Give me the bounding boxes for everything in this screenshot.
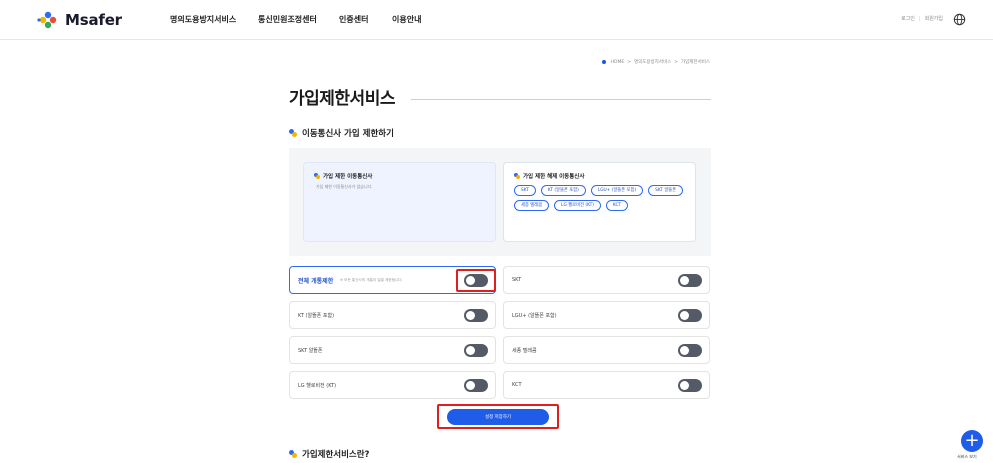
toggle-label-lg-hello: LG 헬로비전 (KT) — [298, 383, 337, 389]
toggle-switch-skt-mvno[interactable] — [464, 344, 488, 357]
breadcrumb-level2: 가입제한서비스 — [681, 60, 710, 65]
carrier-chip: LG 헬로비전 (KT) — [554, 200, 601, 211]
page-title: 가입제한서비스 — [289, 89, 395, 109]
home-icon — [601, 60, 606, 64]
util-separator: | — [918, 16, 921, 22]
globe-icon[interactable] — [953, 13, 966, 26]
bullet-icon — [289, 450, 297, 458]
toggle-switch-lgu[interactable] — [678, 309, 702, 322]
login-link[interactable]: 로그인 — [901, 16, 915, 22]
nav-item-identity-theft[interactable]: 명의도용방지서비스 — [170, 14, 236, 25]
carrier-status-panel: 가입 제한 이동통신사 가입 제한 이동통신사가 없습니다. 가입 제한 해제 … — [289, 148, 711, 256]
toggle-switch-kt[interactable] — [464, 309, 488, 322]
nav-item-auth-center[interactable]: 인증센터 — [339, 14, 368, 25]
bullet-icon — [289, 129, 297, 137]
carrier-chip: SKT 알뜰폰 — [648, 185, 684, 196]
nav-item-complaint-center[interactable]: 통신민원조정센터 — [258, 14, 317, 25]
site-header: Msafer 명의도용방지서비스 통신민원조정센터 인증센터 이용안내 로그인 |… — [0, 0, 993, 40]
bullet-icon — [514, 173, 520, 179]
toggle-knob — [466, 311, 475, 320]
msafer-logo[interactable]: Msafer — [36, 10, 122, 30]
toggle-row-kct: KCT — [503, 371, 710, 399]
toggle-knob — [680, 346, 689, 355]
toggle-row-skt-mvno: SKT 알뜰폰 — [289, 336, 496, 364]
logo-text: Msafer — [65, 11, 122, 29]
carrier-chip: LGU+ (알뜰폰 포함) — [590, 185, 644, 196]
toggle-label-lgu: LGU+ (알뜰폰 포함) — [512, 313, 557, 319]
section-heading-about: 가입제한서비스란? — [289, 448, 370, 460]
toggle-switch-sejong[interactable] — [678, 344, 702, 357]
toggle-label-skt: SKT — [512, 277, 522, 283]
toggle-row-sejong: 세종 텔레콤 — [503, 336, 710, 364]
carrier-chip-list: SKT KT (알뜰폰 포함) LGU+ (알뜰폰 포함) SKT 알뜰폰 세종… — [514, 185, 689, 211]
breadcrumb-separator: > — [627, 59, 631, 65]
toggle-knob — [466, 381, 475, 390]
section-title: 이동통신사 가입 제한하기 — [302, 129, 394, 139]
breadcrumb-level1[interactable]: 명의도용방지서비스 — [634, 59, 671, 65]
toggle-switch-kct[interactable] — [678, 379, 702, 392]
toggle-switch-lg-hello[interactable] — [464, 379, 488, 392]
toggle-row-lgu: LGU+ (알뜰폰 포함) — [503, 301, 710, 329]
toggle-row-lg-hello: LG 헬로비전 (KT) — [289, 371, 496, 399]
breadcrumb: HOME > 명의도용방지서비스 > 가입제한서비스 — [601, 59, 710, 65]
carrier-chip: KCT — [605, 200, 629, 211]
carrier-chip: 세종 텔레콤 — [514, 200, 550, 211]
released-box-title-text: 가입 제한 해제 이동통신사 — [523, 174, 585, 180]
plus-icon[interactable]: + — [961, 430, 983, 452]
carrier-chip: KT (알뜰폰 포함) — [540, 185, 586, 196]
util-links: 로그인 | 회원가입 — [901, 15, 943, 22]
highlight-box — [437, 404, 559, 429]
breadcrumb-home[interactable]: HOME — [611, 60, 625, 65]
nav-item-guide[interactable]: 이용안내 — [392, 14, 421, 25]
toggle-knob — [680, 311, 689, 320]
carrier-chip: SKT — [514, 185, 536, 196]
join-link[interactable]: 회원가입 — [925, 16, 943, 22]
toggle-knob — [680, 381, 689, 390]
restricted-box-desc: 가입 제한 이동통신사가 없습니다. — [316, 184, 373, 189]
restricted-box-title-text: 가입 제한 이동통신사 — [323, 174, 373, 180]
toggle-note-all: ※ 모든 통신사의 개통이 일괄 제한됩니다. — [340, 278, 403, 282]
toggle-label-kct: KCT — [512, 382, 522, 388]
released-carriers-box: 가입 제한 해제 이동통신사 SKT KT (알뜰폰 포함) LGU+ (알뜰폰… — [503, 162, 696, 242]
highlight-box — [456, 269, 496, 292]
toggle-row-skt: SKT — [503, 266, 710, 294]
bullet-icon — [314, 173, 320, 179]
toggle-knob — [466, 346, 475, 355]
toggle-label-skt-mvno: SKT 알뜰폰 — [298, 348, 323, 354]
restricted-box-title: 가입 제한 이동통신사 — [314, 172, 485, 180]
section-heading-carrier-restriction: 이동통신사 가입 제한하기 — [289, 127, 394, 139]
section-title: 가입제한서비스란? — [302, 450, 370, 460]
toggle-row-kt: KT (알뜰폰 포함) — [289, 301, 496, 329]
toggle-knob — [680, 276, 689, 285]
toggle-label-kt: KT (알뜰폰 포함) — [298, 313, 335, 319]
title-divider — [411, 99, 711, 100]
toggle-label-sejong: 세종 텔레콤 — [512, 348, 537, 354]
restricted-carriers-box: 가입 제한 이동통신사 가입 제한 이동통신사가 없습니다. — [303, 162, 496, 242]
fab-label: 서비스 보기 — [957, 454, 977, 459]
released-box-title: 가입 제한 해제 이동통신사 — [514, 172, 685, 180]
logo-mark-icon — [37, 11, 57, 29]
toggle-label-all: 전체 개통제한 — [298, 278, 334, 285]
breadcrumb-separator: > — [674, 59, 679, 65]
toggle-switch-skt[interactable] — [678, 274, 702, 287]
